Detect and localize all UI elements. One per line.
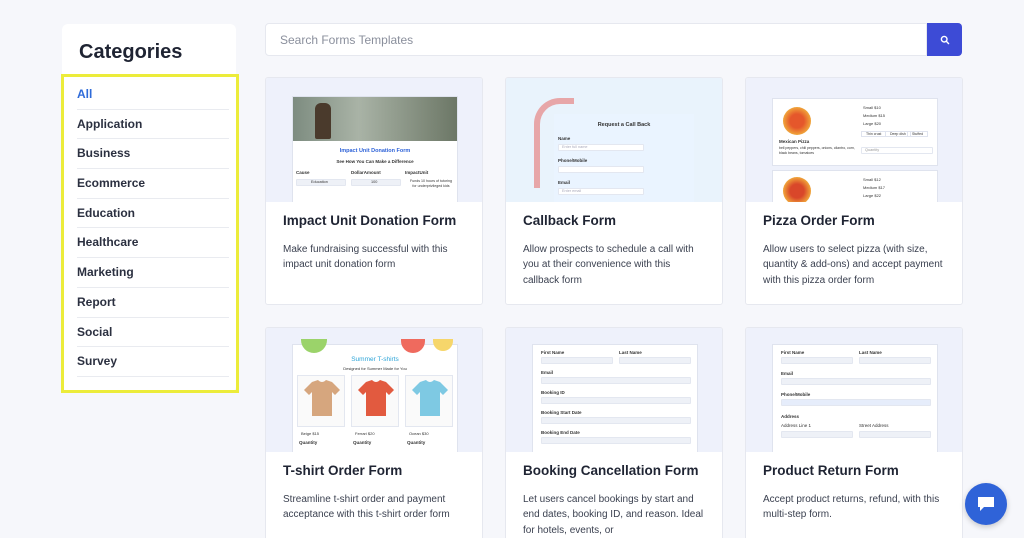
template-card-callback[interactable]: Request a Call Back Name Enter full name… xyxy=(505,77,723,305)
lime-decoration xyxy=(301,339,327,353)
category-survey[interactable]: Survey xyxy=(77,347,229,377)
search-icon xyxy=(940,35,949,44)
thumb-field-label: Email xyxy=(558,180,571,185)
thumb-field-label: Booking Start Date xyxy=(541,410,582,415)
thumb-qty: Quantity xyxy=(407,440,426,445)
search-input[interactable] xyxy=(265,23,927,56)
thumb-value: Funds 10 hours of tutoring for underpriv… xyxy=(410,179,452,188)
card-thumbnail: First Name Last Name Email Phone/Mobile … xyxy=(746,328,962,452)
card-title: Pizza Order Form xyxy=(763,213,875,228)
thumb-item: Ocean $30 xyxy=(409,431,429,436)
thumb-qty: Quantity xyxy=(865,148,880,152)
card-title: T-shirt Order Form xyxy=(283,463,403,478)
thumb-size: Large $22 xyxy=(863,193,882,198)
card-description: Make fundraising successful with this im… xyxy=(283,244,448,271)
thumb-field-label: Email xyxy=(781,371,794,376)
template-card-booking-cancellation[interactable]: First Name Last Name Email Booking ID Bo… xyxy=(505,327,723,538)
thumb-field-label: First Name xyxy=(781,350,805,355)
card-thumbnail: Request a Call Back Name Enter full name… xyxy=(506,78,722,202)
categories-title: Categories xyxy=(79,41,183,63)
card-thumbnail: Mexican Pizza bell peppers, chili pepper… xyxy=(746,78,962,202)
thumb-col-label: DollarAmount xyxy=(351,170,381,175)
thumb-col-label: ImpactUnit xyxy=(405,170,429,175)
thumb-item-name: Mexican Pizza xyxy=(779,139,810,144)
category-marketing[interactable]: Marketing xyxy=(77,258,229,288)
category-all[interactable]: All xyxy=(77,80,229,110)
category-list: All Application Business Ecommerce Educa… xyxy=(77,80,229,377)
card-title: Impact Unit Donation Form xyxy=(283,213,457,228)
thumb-item: Beige $15 xyxy=(301,431,320,436)
thumb-field-label: Booking ID xyxy=(541,390,565,395)
pizza-image xyxy=(783,107,811,135)
template-card-product-return[interactable]: First Name Last Name Email Phone/Mobile … xyxy=(745,327,963,538)
card-description: Allow users to select pizza (with size, … xyxy=(763,244,943,286)
watermelon-decoration xyxy=(401,339,425,353)
card-description: Let users cancel bookings by start and e… xyxy=(523,494,704,536)
tshirt-ocean xyxy=(405,375,453,427)
thumb-size: Small $12 xyxy=(863,177,881,182)
thumb-field-label: Last Name xyxy=(619,350,642,355)
card-description: Allow prospects to schedule a call with … xyxy=(523,244,694,286)
category-application[interactable]: Application xyxy=(77,110,229,140)
category-social[interactable]: Social xyxy=(77,318,229,348)
thumb-heading: Summer T-shirts xyxy=(351,356,399,363)
thumb-subheading: Designed for Summer Made for You xyxy=(343,366,407,371)
thumb-qty: Quantity xyxy=(353,440,372,445)
card-thumbnail: Summer T-shirts Designed for Summer Made… xyxy=(266,328,482,452)
template-card-impact-donation[interactable]: Impact Unit Donation Form See How You Ca… xyxy=(265,77,483,305)
thumb-field-label: Name xyxy=(558,136,571,141)
card-thumbnail: Impact Unit Donation Form See How You Ca… xyxy=(266,78,482,202)
thumb-field-label: Booking End Date xyxy=(541,430,580,435)
thumb-col-label: Cause xyxy=(296,170,310,175)
lemon-decoration xyxy=(433,339,453,351)
thumb-field-label: Street Address xyxy=(859,423,889,428)
thumb-size: Medium $15 xyxy=(863,113,886,118)
thumb-value: Education xyxy=(311,180,328,184)
card-title: Callback Form xyxy=(523,213,617,228)
thumb-placeholder: Enter email xyxy=(562,189,582,193)
thumb-placeholder: Enter full name xyxy=(562,145,588,149)
chat-button[interactable] xyxy=(965,483,1007,525)
card-title: Booking Cancellation Form xyxy=(523,463,699,478)
tshirt-ferrari xyxy=(351,375,399,427)
category-report[interactable]: Report xyxy=(77,288,229,318)
category-business[interactable]: Business xyxy=(77,139,229,170)
thumb-size: Small $10 xyxy=(863,105,881,110)
chat-icon xyxy=(978,497,994,511)
thumb-field-label: Address xyxy=(781,414,800,419)
thumb-field-label: Phone/Mobile xyxy=(558,158,588,163)
thumb-size: Large $20 xyxy=(863,121,882,126)
category-healthcare[interactable]: Healthcare xyxy=(77,228,229,259)
thumb-size: Medium $17 xyxy=(863,185,886,190)
thumb-field-label: Email xyxy=(541,370,554,375)
card-description: Streamline t-shirt order and payment acc… xyxy=(283,494,450,521)
thumb-subheading: See How You Can Make a Difference xyxy=(336,159,414,164)
thumb-field-label: Last Name xyxy=(859,350,882,355)
thumb-value: 100 xyxy=(371,180,378,184)
thumb-heading: Request a Call Back xyxy=(597,122,651,128)
thumb-addon: Thin crust xyxy=(861,131,887,137)
card-description: Accept product returns, refund, with thi… xyxy=(763,494,940,521)
thumb-heading: Impact Unit Donation Form xyxy=(339,148,411,154)
template-card-pizza[interactable]: Mexican Pizza bell peppers, chili pepper… xyxy=(745,77,963,305)
template-card-tshirt[interactable]: Summer T-shirts Designed for Summer Made… xyxy=(265,327,483,538)
card-title: Product Return Form xyxy=(763,463,899,478)
thumb-addon: Stuffed xyxy=(907,131,929,137)
category-education[interactable]: Education xyxy=(77,199,229,229)
category-ecommerce[interactable]: Ecommerce xyxy=(77,169,229,199)
thumb-item-desc: bell peppers, chili peppers, onions, cil… xyxy=(779,146,855,155)
thumb-item: Ferrari $20 xyxy=(355,431,375,436)
pizza-image xyxy=(783,177,811,202)
thumb-field-label: First Name xyxy=(541,350,565,355)
tshirt-beige xyxy=(297,375,345,427)
donation-photo xyxy=(293,97,457,141)
card-thumbnail: First Name Last Name Email Booking ID Bo… xyxy=(506,328,722,452)
search-button[interactable] xyxy=(927,23,962,56)
categories-highlight: All Application Business Ecommerce Educa… xyxy=(61,74,239,393)
thumb-qty: Quantity xyxy=(299,440,318,445)
thumb-field-label: Phone/Mobile xyxy=(781,392,811,397)
categories-panel: Categories All Application Business Ecom… xyxy=(61,24,239,393)
thumb-field-label: Address Line 1 xyxy=(781,423,812,428)
